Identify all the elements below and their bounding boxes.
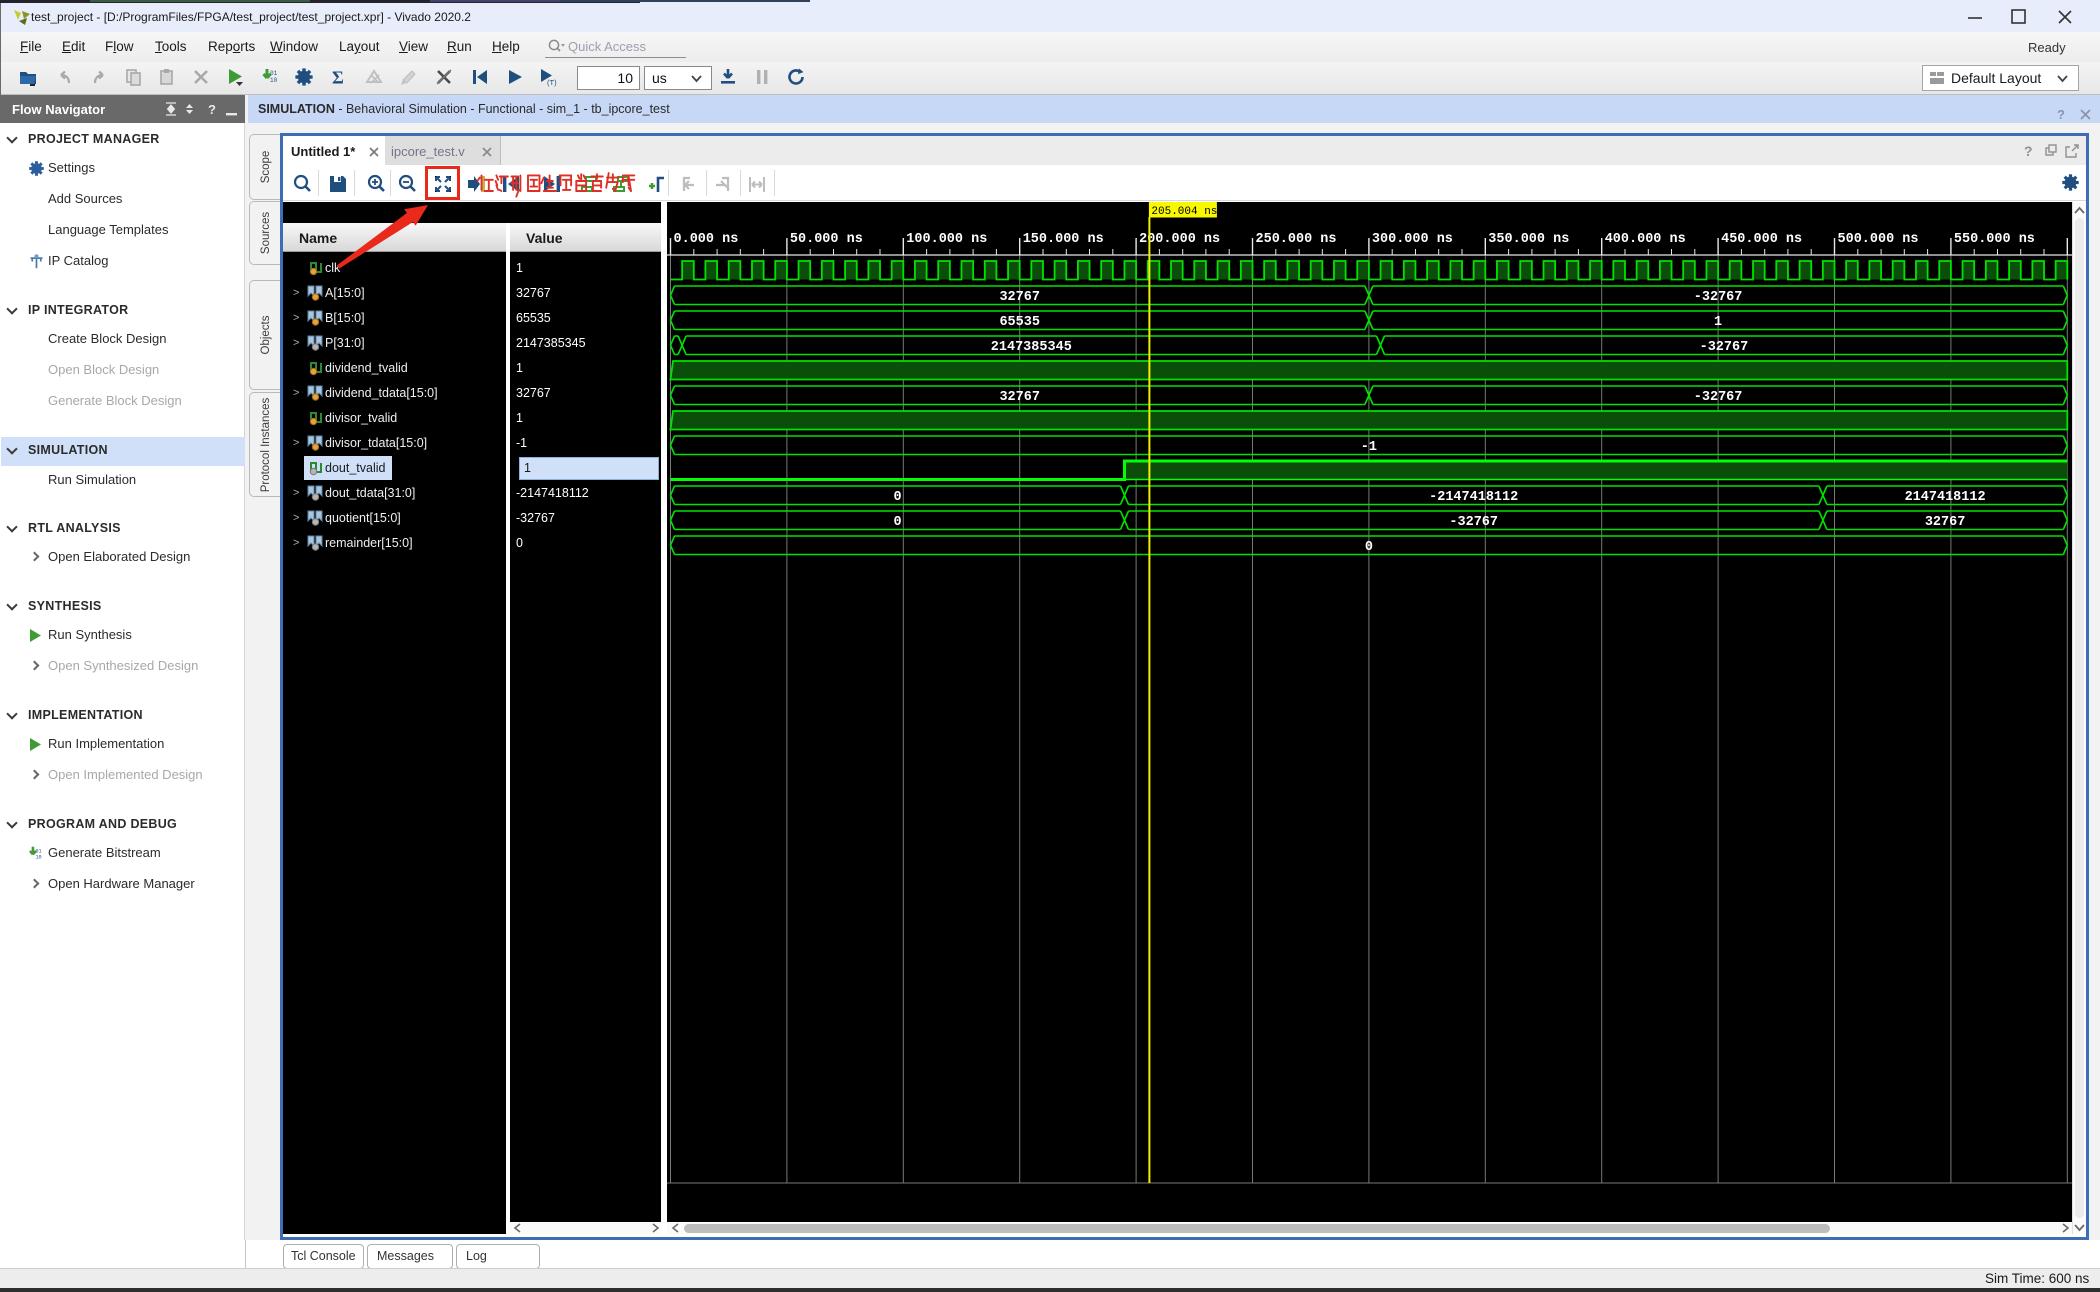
svg-text:0: 0 — [1365, 540, 1373, 555]
svg-text:2147418112: 2147418112 — [1905, 490, 1986, 505]
svg-text:10: 10 — [36, 855, 42, 861]
svg-text:01: 01 — [36, 849, 42, 855]
svg-text:0: 0 — [893, 515, 901, 530]
svg-text:0: 0 — [893, 490, 901, 505]
svg-text:-1: -1 — [1361, 440, 1377, 455]
svg-text:-32767: -32767 — [1449, 515, 1498, 530]
svg-text:32767: 32767 — [1925, 515, 1966, 530]
svg-text:-2147418112: -2147418112 — [1429, 490, 1518, 505]
